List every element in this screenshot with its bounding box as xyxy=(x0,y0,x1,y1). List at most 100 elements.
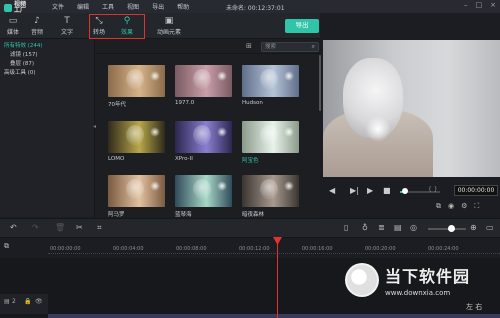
thumbnail-figure xyxy=(260,125,278,145)
fullscreen-icon[interactable]: ⛶ xyxy=(474,202,479,211)
tab-media-label: 媒体 xyxy=(6,29,19,36)
tab-text[interactable]: T 文字 xyxy=(56,16,78,38)
timeline-toolbar: ↶ ↷ 🗑 ✂ ⌗ ▯ ♁ ≣ ▤ ◎ ⊕ ▭ xyxy=(0,218,500,238)
stop-icon[interactable]: ■ xyxy=(383,186,391,195)
effect-label: 1977.0 xyxy=(175,100,195,106)
effect-thumbnail[interactable] xyxy=(108,65,165,97)
thumbnail-figure xyxy=(126,69,144,89)
preview-screen xyxy=(323,40,500,177)
effect-thumbnail[interactable] xyxy=(242,121,299,153)
tab-text-label: 文字 xyxy=(60,29,73,36)
export-button[interactable]: 导出 xyxy=(285,19,319,33)
caption-icon[interactable]: ▤ xyxy=(394,223,402,232)
search-input[interactable]: 搜索 ⌕ xyxy=(261,42,319,52)
tab-media[interactable]: ▭ 媒体 xyxy=(2,16,24,38)
effect-label: 蓝琴海 xyxy=(175,212,192,218)
mixer-icon[interactable]: ≣ xyxy=(378,223,385,232)
play-icon[interactable]: ▶ xyxy=(367,186,373,195)
effect-label: 阿马罗 xyxy=(108,212,125,218)
lock-icon[interactable]: 🔒 xyxy=(24,298,31,305)
menu-tools[interactable]: 工具 xyxy=(102,2,114,11)
minimize-icon[interactable]: – xyxy=(464,1,468,9)
step-forward-icon[interactable]: ▶| xyxy=(350,186,359,195)
delete-icon[interactable]: 🗑 xyxy=(55,223,65,232)
zoom-slider[interactable] xyxy=(428,228,466,230)
zoom-in-icon[interactable]: ⊕ xyxy=(470,223,477,232)
maximize-icon[interactable]: □ xyxy=(476,1,483,9)
snapshot-icon[interactable]: ⧉ xyxy=(436,202,441,211)
text-icon: T xyxy=(64,16,70,26)
watermark-logo-icon xyxy=(345,263,379,297)
thumbnail-flare xyxy=(217,71,227,81)
ruler-tick: 00:00:00:00 xyxy=(50,246,81,252)
tab-animated-elements-label: 动画元素 xyxy=(156,29,181,36)
tab-audio[interactable]: ♪ 音频 xyxy=(26,16,48,38)
effect-thumbnail[interactable] xyxy=(175,65,232,97)
menu-export[interactable]: 导出 xyxy=(152,2,164,11)
ruler-tick: 00:00:12:00 xyxy=(239,246,270,252)
preview-progress-knob[interactable] xyxy=(402,188,408,194)
category-sidebar: 所有特效 (244) 滤镜 (157) 叠层 (87) 高级工具 (0) xyxy=(0,39,95,217)
search-icon[interactable]: ⌕ xyxy=(312,43,315,51)
menu-help[interactable]: 帮助 xyxy=(177,2,189,11)
ruler-tick: 00:00:16:00 xyxy=(302,246,333,252)
effect-thumbnail[interactable] xyxy=(108,175,165,207)
playback-controls: ◀ ▶| ▶ ■ { } 00:00:00:00 xyxy=(321,180,500,204)
effect-label: 70年代 xyxy=(108,102,126,108)
add-track-icon[interactable]: ⧉ xyxy=(4,242,9,251)
menu-edit[interactable]: 编辑 xyxy=(77,2,89,11)
preview-tools: ⧉ ◉ ⚙ ⛶ xyxy=(436,202,479,211)
prev-frame-icon[interactable]: ◀ xyxy=(329,186,335,195)
effects-library: ⊞ 搜索 ⌕ 70年代 1977.0 Hudson LOMO XPro-II 阿宝色 阿马罗… xyxy=(96,39,320,218)
document-title: 未命名: 00:12:37:01 xyxy=(226,5,285,12)
fit-timeline-icon[interactable]: ▭ xyxy=(486,223,494,232)
menu-view[interactable]: 视图 xyxy=(127,2,139,11)
settings-icon[interactable]: ⚙ xyxy=(461,202,467,211)
thumbnail-figure xyxy=(193,69,211,89)
effect-label: 阿宝色 xyxy=(242,158,259,164)
menu-file[interactable]: 文件 xyxy=(52,2,64,11)
sidebar-item-all-effects[interactable]: 所有特效 (244) xyxy=(4,41,43,49)
music-icon: ♪ xyxy=(34,16,40,26)
grid-view-icon[interactable]: ⊞ xyxy=(246,42,252,50)
folder-icon: ▭ xyxy=(8,16,18,26)
effect-thumbnail[interactable] xyxy=(242,65,299,97)
thumbnail-figure xyxy=(126,125,144,145)
split-icon[interactable]: ⌗ xyxy=(97,223,102,233)
effect-thumbnail[interactable] xyxy=(242,175,299,207)
marker-icon[interactable]: ▯ xyxy=(344,223,348,232)
effect-thumbnail[interactable] xyxy=(175,121,232,153)
zoom-slider-knob[interactable] xyxy=(448,225,455,232)
thumbnail-flare xyxy=(150,181,160,191)
mark-in-out-icon[interactable]: { } xyxy=(428,186,438,193)
logo-mark xyxy=(4,4,12,12)
menu-bar: 文件 编辑 工具 视图 导出 帮助 xyxy=(52,2,189,11)
redo-icon[interactable]: ↷ xyxy=(32,223,39,232)
effect-label: LOMO xyxy=(108,156,125,162)
undo-icon[interactable]: ↶ xyxy=(10,223,17,232)
top-toolbar: ▭ 媒体 ♪ 音频 T 文字 ⤡ 转场 ⚲ 效果 ▣ 动画元素 xyxy=(0,13,320,39)
effect-label: 暗夜森林 xyxy=(242,212,265,218)
effect-thumbnail[interactable] xyxy=(175,175,232,207)
timeline-ruler[interactable]: ⧉ 00:00:00:00 00:00:04:00 00:00:08:00 00… xyxy=(0,238,500,258)
close-icon[interactable]: × xyxy=(490,1,496,9)
playhead-line[interactable] xyxy=(277,238,278,318)
sidebar-item-overlays[interactable]: 叠层 (87) xyxy=(10,59,34,67)
watermark-url: www.downxia.com xyxy=(385,289,451,297)
camera-icon[interactable]: ◉ xyxy=(448,202,454,211)
tab-animated-elements[interactable]: ▣ 动画元素 xyxy=(152,16,186,38)
cut-icon[interactable]: ✂ xyxy=(76,223,83,232)
effect-thumbnail[interactable] xyxy=(108,121,165,153)
thumbnail-flare xyxy=(217,127,227,137)
sidebar-item-filters[interactable]: 滤镜 (157) xyxy=(10,50,38,58)
eye-icon[interactable]: 👁 xyxy=(35,298,43,305)
thumbnail-flare xyxy=(150,127,160,137)
title-bar: 视频 工厂 文件 编辑 工具 视图 导出 帮助 未命名: 00:12:37:01… xyxy=(0,0,500,14)
thumbnail-figure xyxy=(193,125,211,145)
sidebar-item-advanced-tools[interactable]: 高级工具 (0) xyxy=(4,68,36,76)
speed-icon[interactable]: ◎ xyxy=(410,223,417,232)
effect-label: Hudson xyxy=(242,100,263,106)
image-icon: ▣ xyxy=(164,16,174,26)
track-icon: ▤ xyxy=(4,298,10,305)
mic-icon[interactable]: ♁ xyxy=(362,223,368,232)
